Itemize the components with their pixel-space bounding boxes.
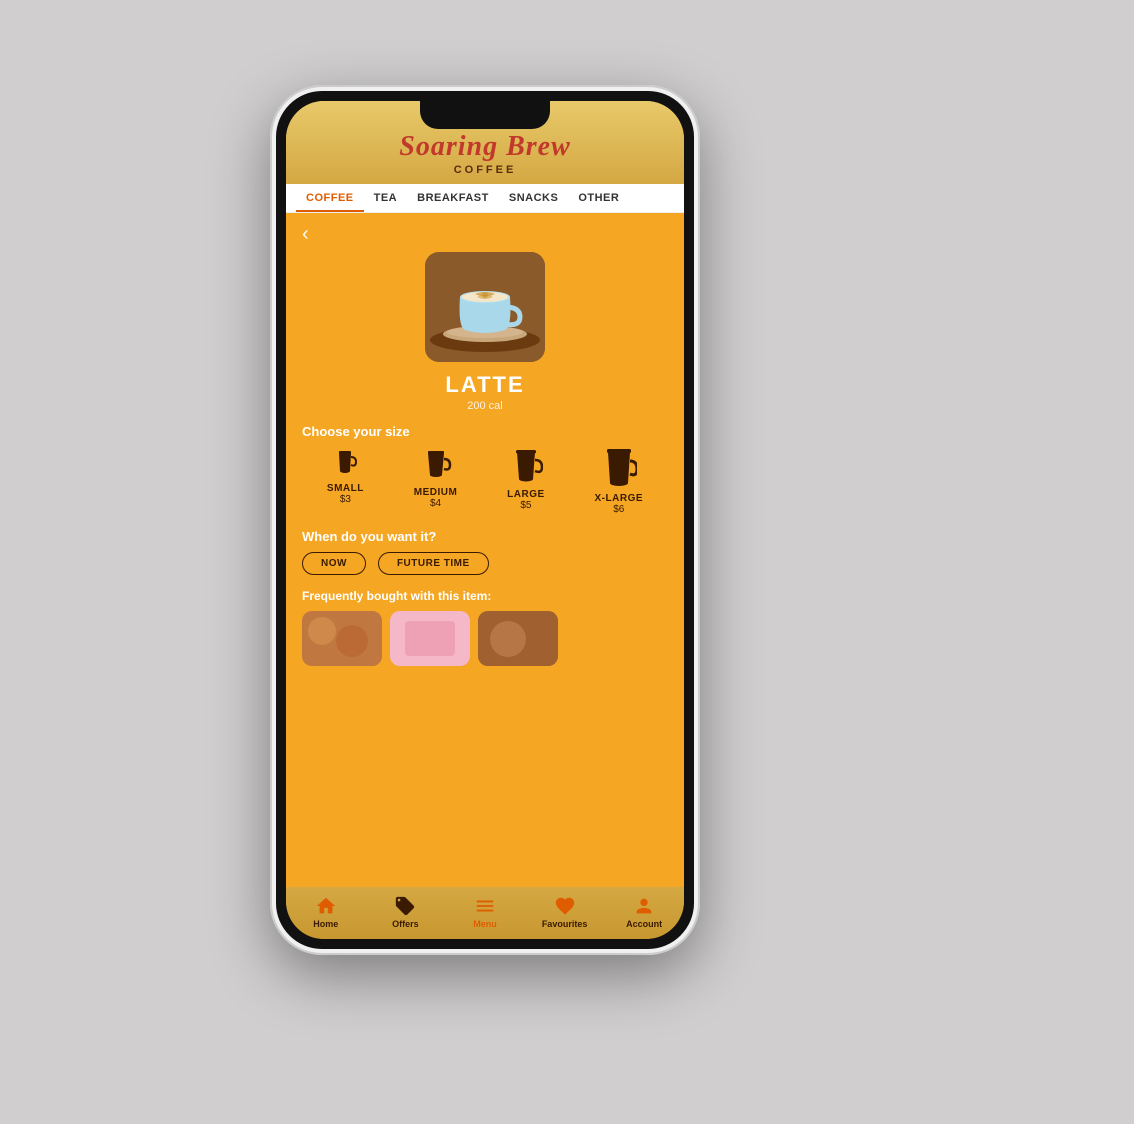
screen-content: Soaring Brew COFFEE COFFEE TEA BREAKFAST…: [286, 101, 684, 939]
brand-script: Soaring Brew: [296, 131, 674, 163]
frequently-section: Frequently bought with this item:: [302, 589, 668, 666]
phone-outer: Soaring Brew COFFEE COFFEE TEA BREAKFAST…: [270, 85, 700, 955]
product-image-wrap: [302, 252, 668, 362]
large-cup-icon: [509, 447, 543, 485]
back-button[interactable]: ‹: [302, 223, 309, 246]
now-button[interactable]: NOW: [302, 552, 366, 575]
freq-item-2[interactable]: [390, 611, 470, 666]
bottom-nav: Home Offers Menu: [286, 887, 684, 939]
brand-sub: COFFEE: [296, 164, 674, 176]
tab-snacks[interactable]: SNACKS: [499, 184, 568, 212]
nav-favourites-label: Favourites: [542, 919, 588, 929]
freq-item-3[interactable]: [478, 611, 558, 666]
future-time-button[interactable]: FUTURE TIME: [378, 552, 489, 575]
main-content: ‹: [286, 213, 684, 887]
medium-cup-icon: [420, 447, 452, 483]
product-image: [425, 252, 545, 362]
nav-menu[interactable]: Menu: [460, 895, 510, 929]
product-name: LATTE: [302, 372, 668, 398]
offers-icon: [394, 895, 416, 917]
xlarge-price: $6: [613, 504, 624, 515]
tab-other[interactable]: OTHER: [568, 184, 629, 212]
notch: [420, 101, 550, 129]
nav-favourites[interactable]: Favourites: [540, 895, 590, 929]
nav-home[interactable]: Home: [301, 895, 351, 929]
nav-offers[interactable]: Offers: [380, 895, 430, 929]
phone-inner: Soaring Brew COFFEE COFFEE TEA BREAKFAST…: [276, 91, 694, 949]
tab-tea[interactable]: TEA: [364, 184, 408, 212]
time-options: NOW FUTURE TIME: [302, 552, 668, 575]
time-label: When do you want it?: [302, 529, 668, 544]
nav-menu-label: Menu: [473, 919, 497, 929]
tab-breakfast[interactable]: BREAKFAST: [407, 184, 499, 212]
small-price: $3: [340, 494, 351, 505]
nav-home-label: Home: [313, 919, 338, 929]
large-price: $5: [520, 500, 531, 511]
size-large[interactable]: LARGE $5: [507, 447, 545, 515]
menu-icon: [474, 895, 496, 917]
scene: Soaring Brew COFFEE COFFEE TEA BREAKFAST…: [0, 0, 1134, 1124]
xlarge-cup-icon: [601, 447, 637, 489]
tab-coffee[interactable]: COFFEE: [296, 184, 364, 212]
frequently-items: [302, 611, 668, 666]
account-icon: [633, 895, 655, 917]
nav-account[interactable]: Account: [619, 895, 669, 929]
category-nav: COFFEE TEA BREAKFAST SNACKS OTHER: [286, 184, 684, 213]
small-cup-icon: [331, 447, 359, 479]
size-label: Choose your size: [302, 424, 668, 439]
size-options: SMALL $3: [302, 447, 668, 515]
nav-offers-label: Offers: [392, 919, 419, 929]
favourites-icon: [554, 895, 576, 917]
large-label: LARGE: [507, 489, 545, 500]
frequently-label: Frequently bought with this item:: [302, 589, 668, 603]
product-calories: 200 cal: [302, 400, 668, 412]
phone-screen: Soaring Brew COFFEE COFFEE TEA BREAKFAST…: [286, 101, 684, 939]
size-medium[interactable]: MEDIUM $4: [414, 447, 458, 515]
size-small[interactable]: SMALL $3: [327, 447, 364, 515]
medium-label: MEDIUM: [414, 487, 458, 498]
home-icon: [315, 895, 337, 917]
nav-account-label: Account: [626, 919, 662, 929]
size-xlarge[interactable]: X-LARGE $6: [595, 447, 644, 515]
medium-price: $4: [430, 498, 441, 509]
small-label: SMALL: [327, 483, 364, 494]
xlarge-label: X-LARGE: [595, 493, 644, 504]
freq-item-1[interactable]: [302, 611, 382, 666]
